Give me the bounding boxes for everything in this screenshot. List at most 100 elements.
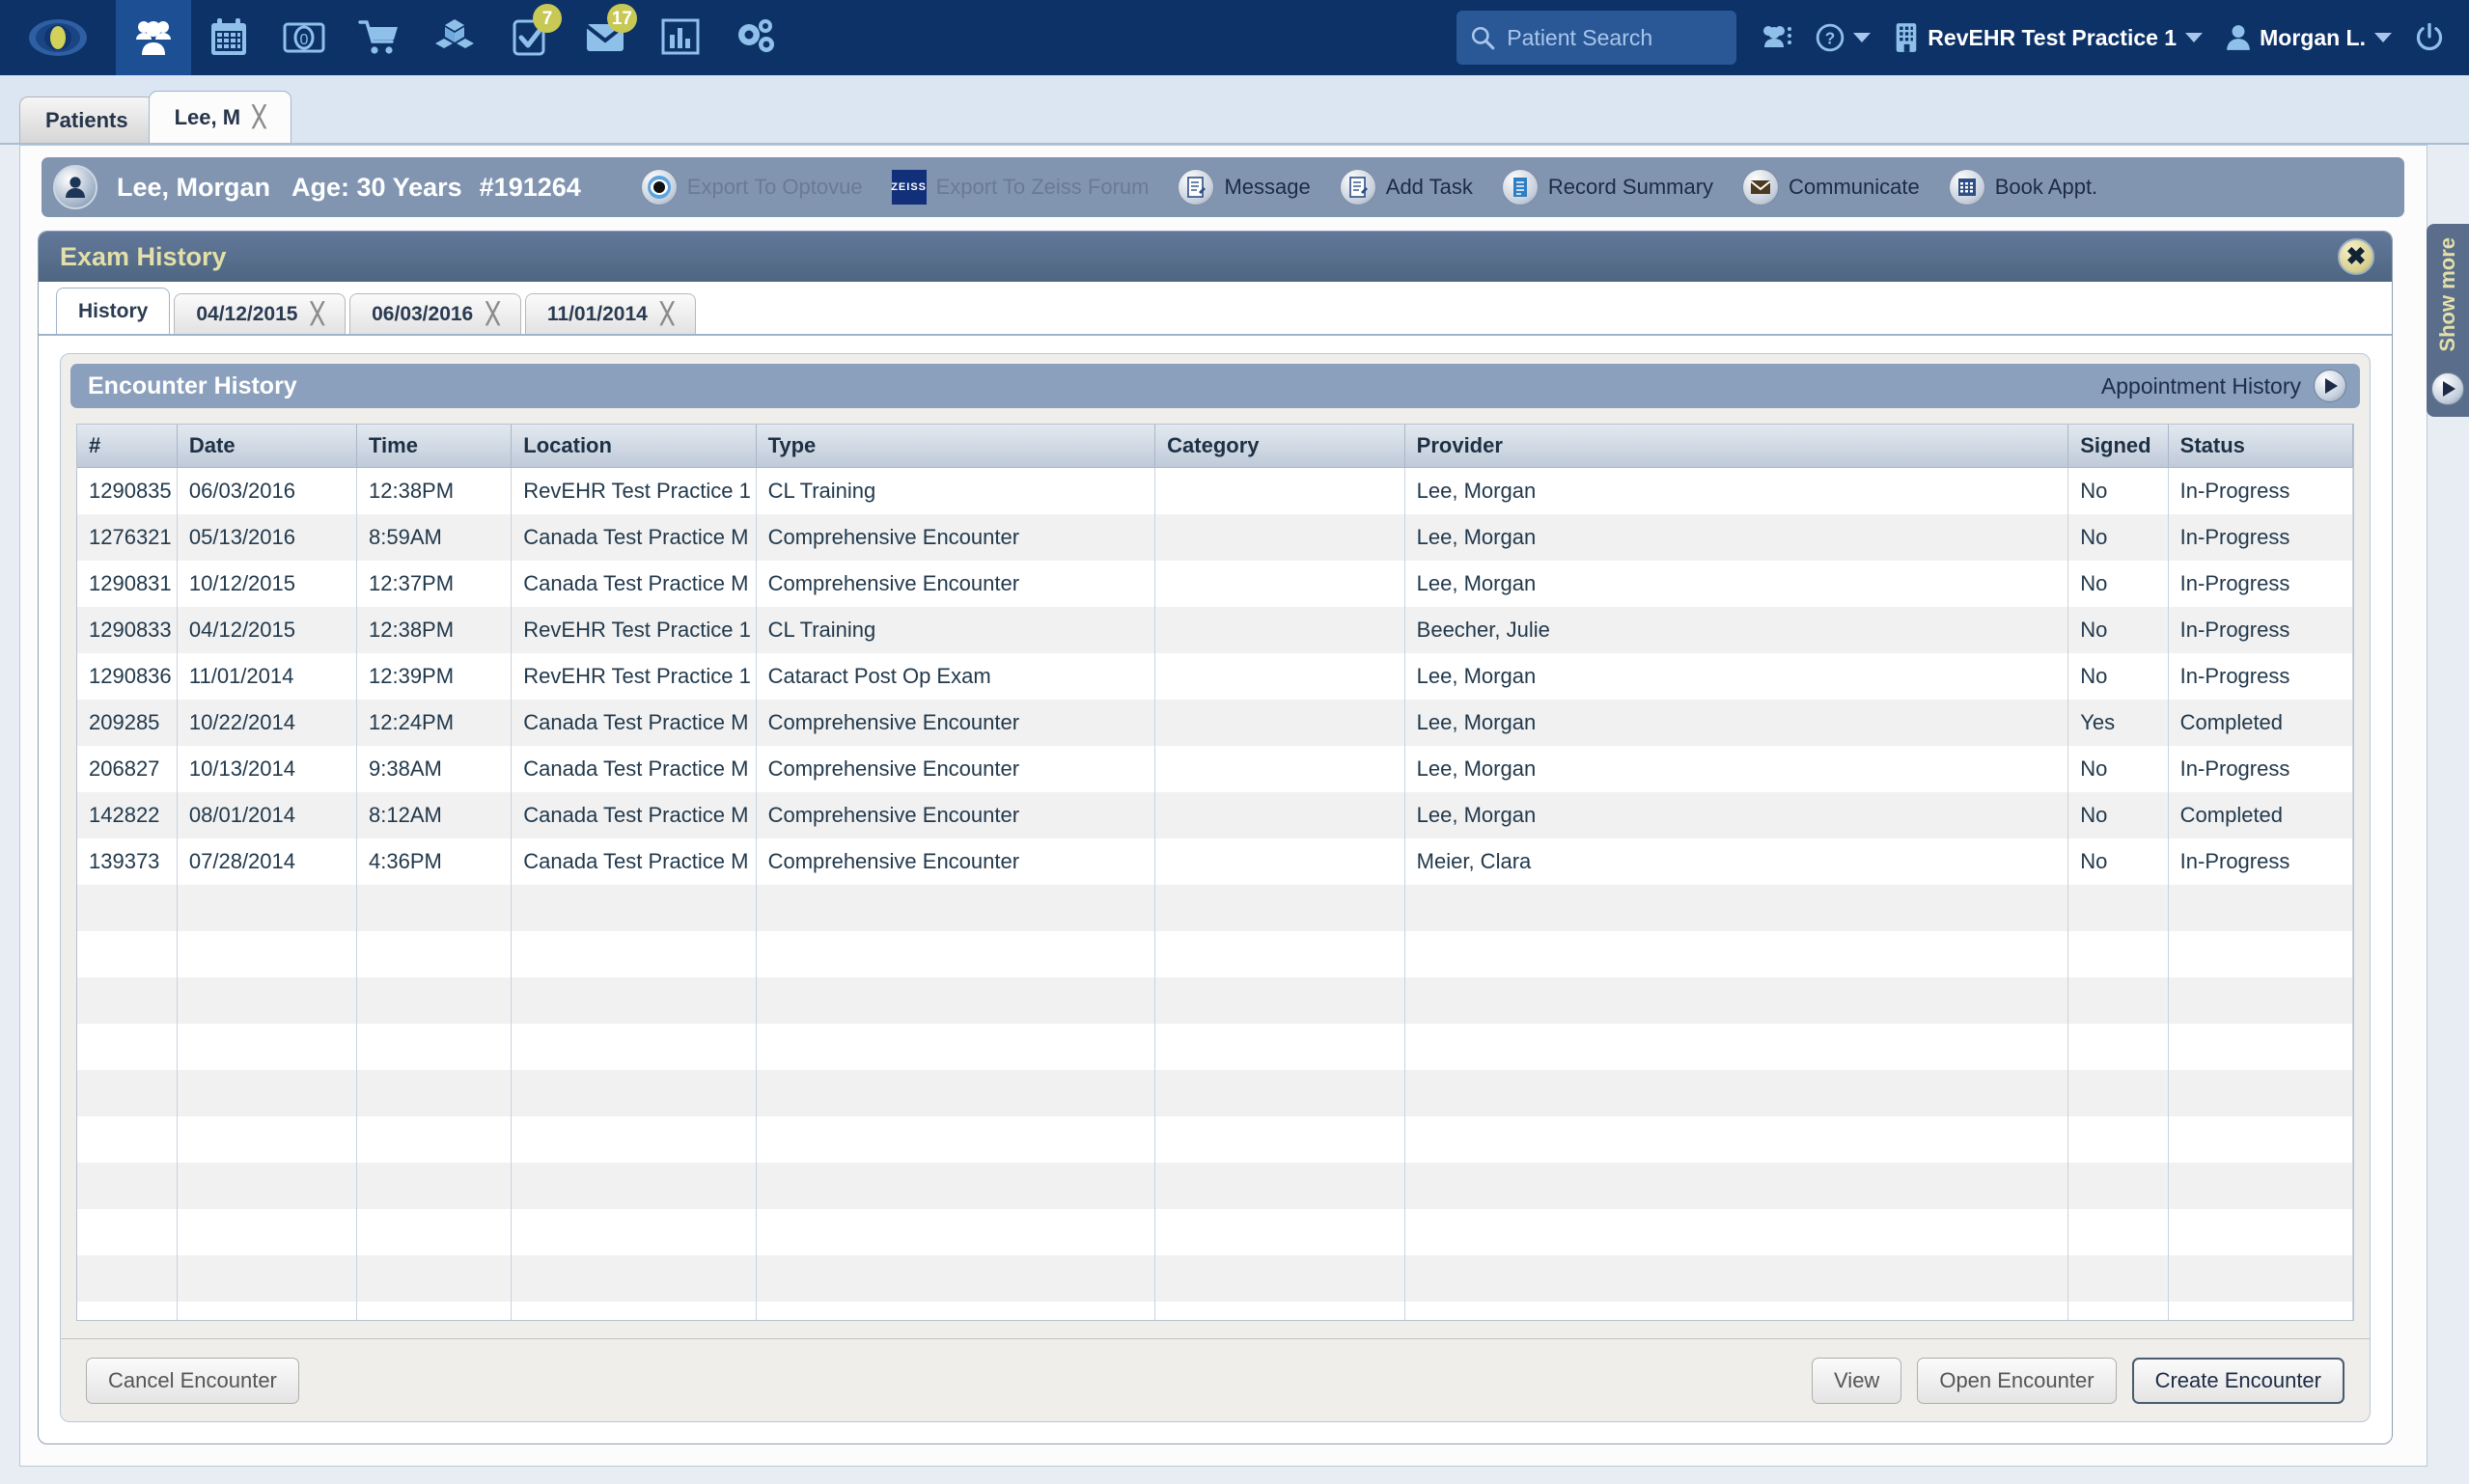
- exam-tab-04-12-2015[interactable]: 04/12/2015 ╳: [174, 293, 346, 334]
- cell-signed: Yes: [2068, 700, 2168, 746]
- workspace-tab-patients[interactable]: Patients: [19, 96, 154, 143]
- cell-type: Comprehensive Encounter: [756, 700, 1155, 746]
- nav-icon-cart[interactable]: [342, 0, 417, 75]
- encounter-table-wrapper[interactable]: #DateTimeLocationTypeCategoryProviderSig…: [76, 424, 2354, 1321]
- practice-selector[interactable]: RevEHR Test Practice 1: [1894, 22, 2203, 53]
- cell-location: [512, 1024, 756, 1070]
- cell-num: 139373: [77, 838, 177, 885]
- column-header-location[interactable]: Location: [512, 425, 756, 468]
- appointment-history-button[interactable]: Appointment History: [2101, 370, 2346, 402]
- cell-provider: [1404, 1302, 2068, 1322]
- user-menu-button[interactable]: Morgan L.: [2226, 24, 2392, 51]
- logout-button[interactable]: [2415, 23, 2444, 52]
- column-header-signed[interactable]: Signed: [2068, 425, 2168, 468]
- cell-date: 08/01/2014: [177, 792, 356, 838]
- reports-icon: [661, 18, 700, 57]
- close-icon[interactable]: ╳: [311, 302, 323, 326]
- column-header-category[interactable]: Category: [1155, 425, 1404, 468]
- column-header-status[interactable]: Status: [2168, 425, 2352, 468]
- building-icon: [1894, 22, 1919, 53]
- show-more-rail[interactable]: Show more: [2427, 224, 2469, 417]
- cell-type: [756, 977, 1155, 1024]
- nav-icon-patients[interactable]: [116, 0, 191, 75]
- table-row[interactable]: 129083304/12/201512:38PMRevEHR Test Prac…: [77, 607, 2353, 653]
- close-icon[interactable]: ╳: [661, 302, 674, 326]
- action-label: Add Task: [1386, 175, 1473, 200]
- nav-icon-messages[interactable]: 17: [568, 0, 643, 75]
- message-button[interactable]: Message: [1178, 169, 1310, 206]
- export-to-zeiss-forum-button[interactable]: ZEISS Export To Zeiss Forum: [892, 170, 1150, 205]
- cell-signed: No: [2068, 607, 2168, 653]
- nav-icon-inventory[interactable]: [417, 0, 492, 75]
- cell-provider: Lee, Morgan: [1404, 653, 2068, 700]
- add-task-button[interactable]: Add Task: [1340, 169, 1473, 206]
- column-header-date[interactable]: Date: [177, 425, 356, 468]
- cell-provider: Meier, Clara: [1404, 838, 2068, 885]
- cell-provider: [1404, 1024, 2068, 1070]
- close-icon[interactable]: ✖: [2338, 238, 2374, 275]
- cell-provider: [1404, 1209, 2068, 1255]
- column-header-time[interactable]: Time: [357, 425, 512, 468]
- nav-icon-tasks[interactable]: 7: [492, 0, 568, 75]
- exam-tab-label: 11/01/2014: [547, 303, 648, 326]
- export-to-optovue-button[interactable]: Export To Optovue: [641, 169, 863, 206]
- exam-tab-11-01-2014[interactable]: 11/01/2014 ╳: [525, 293, 696, 334]
- view-button[interactable]: View: [1812, 1358, 1901, 1404]
- avatar: [53, 165, 97, 209]
- close-icon[interactable]: ╳: [486, 302, 499, 326]
- nav-icon-reports[interactable]: [643, 0, 718, 75]
- inventory-icon: [433, 17, 476, 58]
- search-icon: [1470, 25, 1495, 50]
- nav-icon-billing[interactable]: 0: [266, 0, 342, 75]
- patient-search-input[interactable]: Patient Search: [1456, 11, 1736, 65]
- nav-icon-settings[interactable]: [718, 0, 793, 75]
- group-users-button[interactable]: [1760, 24, 1792, 51]
- column-header-[interactable]: #: [77, 425, 177, 468]
- cell-time: [357, 1302, 512, 1322]
- create-encounter-button[interactable]: Create Encounter: [2132, 1358, 2344, 1404]
- open-encounter-button[interactable]: Open Encounter: [1917, 1358, 2116, 1404]
- cell-status: [2168, 1163, 2352, 1209]
- exam-tab-label: 06/03/2016: [372, 303, 473, 326]
- table-row[interactable]: 127632105/13/20168:59AMCanada Test Pract…: [77, 514, 2353, 561]
- practice-label: RevEHR Test Practice 1: [1928, 25, 2177, 51]
- cell-signed: [2068, 977, 2168, 1024]
- cell-status: In-Progress: [2168, 838, 2352, 885]
- optovue-eye-icon: [641, 169, 678, 206]
- cell-signed: [2068, 1255, 2168, 1302]
- table-row[interactable]: 14282208/01/20148:12AMCanada Test Practi…: [77, 792, 2353, 838]
- table-row[interactable]: 20928510/22/201412:24PMCanada Test Pract…: [77, 700, 2353, 746]
- record-summary-button[interactable]: Record Summary: [1502, 169, 1713, 206]
- close-icon[interactable]: ╳: [253, 105, 265, 129]
- table-row[interactable]: 13937307/28/20144:36PMCanada Test Practi…: [77, 838, 2353, 885]
- cell-signed: No: [2068, 468, 2168, 514]
- nav-icon-calendar[interactable]: [191, 0, 266, 75]
- table-row[interactable]: 129083110/12/201512:37PMCanada Test Prac…: [77, 561, 2353, 607]
- cell-num: [77, 1024, 177, 1070]
- cell-time: 12:38PM: [357, 607, 512, 653]
- help-menu-button[interactable]: ?: [1816, 23, 1871, 52]
- table-row[interactable]: 129083506/03/201612:38PMRevEHR Test Prac…: [77, 468, 2353, 514]
- chevron-down-icon: [2185, 33, 2203, 42]
- book-appointment-button[interactable]: Book Appt.: [1949, 169, 2097, 206]
- exam-tab-06-03-2016[interactable]: 06/03/2016 ╳: [349, 293, 521, 334]
- column-header-provider[interactable]: Provider: [1404, 425, 2068, 468]
- app-logo[interactable]: [0, 0, 116, 75]
- table-row[interactable]: 20682710/13/20149:38AMCanada Test Practi…: [77, 746, 2353, 792]
- cell-date: [177, 1070, 356, 1116]
- table-row-empty: [77, 1116, 2353, 1163]
- play-arrow-icon[interactable]: [2431, 372, 2464, 405]
- add-task-icon: [1340, 169, 1376, 206]
- exam-tab-history[interactable]: History: [56, 288, 170, 334]
- cancel-encounter-button[interactable]: Cancel Encounter: [86, 1358, 299, 1404]
- cell-status: [2168, 1024, 2352, 1070]
- cell-provider: [1404, 1163, 2068, 1209]
- table-row[interactable]: 129083611/01/201412:39PMRevEHR Test Prac…: [77, 653, 2353, 700]
- communicate-button[interactable]: Communicate: [1742, 169, 1920, 206]
- patient-chart-number: #191264: [480, 173, 581, 203]
- cell-type: CL Training: [756, 607, 1155, 653]
- column-header-type[interactable]: Type: [756, 425, 1155, 468]
- workspace-tab-lee-m[interactable]: Lee, M ╳: [149, 91, 291, 143]
- zeiss-logo-icon: ZEISS: [892, 170, 927, 205]
- cell-category: [1155, 653, 1404, 700]
